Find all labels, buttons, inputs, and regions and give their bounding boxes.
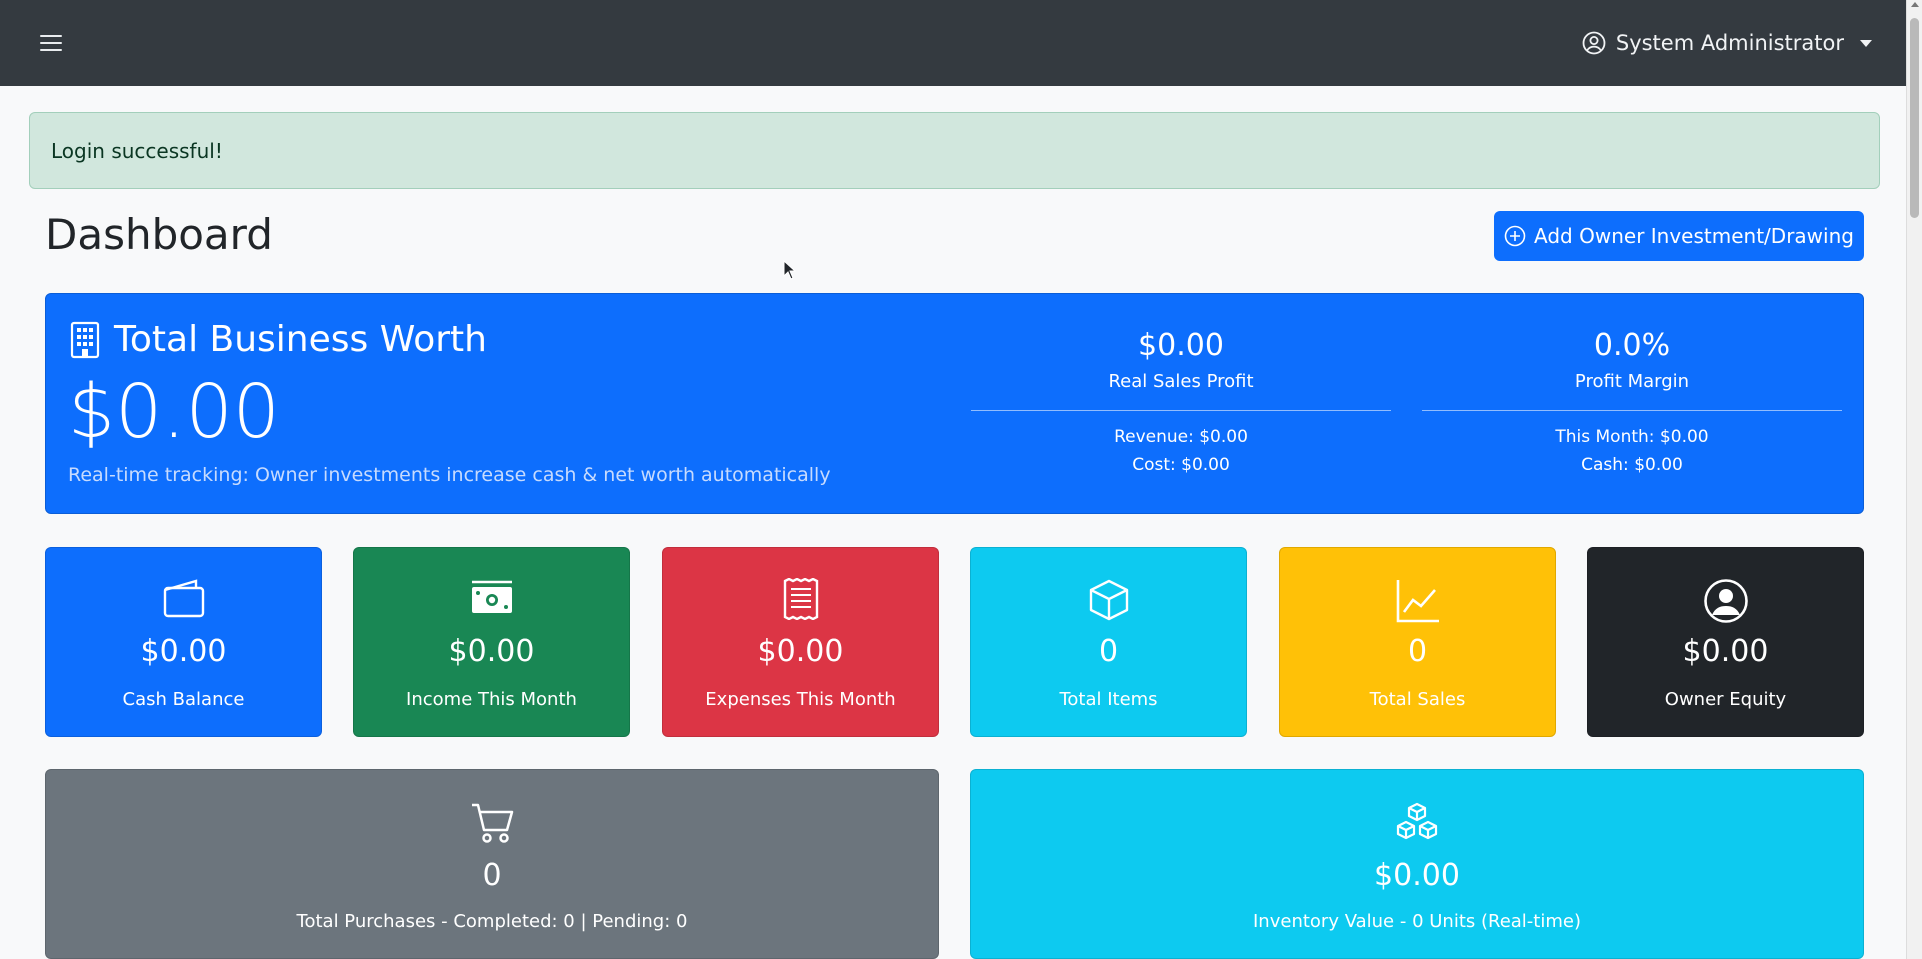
total-items-card[interactable]: 0 Total Items xyxy=(970,547,1247,737)
total-sales-value: 0 xyxy=(1407,634,1428,669)
receipt-icon xyxy=(783,578,818,620)
box-icon xyxy=(1089,579,1128,621)
total-purchases-value: 0 xyxy=(482,858,502,893)
worth-title: Total Business Worth xyxy=(70,319,487,360)
mouse-cursor-icon xyxy=(783,260,797,280)
divider xyxy=(1422,410,1842,411)
total-purchases-label: Total Purchases - Completed: 0 | Pending… xyxy=(296,911,688,932)
inventory-value-card[interactable]: $0.00 Inventory Value - 0 Units (Real-ti… xyxy=(970,769,1864,959)
total-items-label: Total Items xyxy=(1059,689,1158,710)
total-sales-card[interactable]: 0 Total Sales xyxy=(1279,547,1556,737)
total-purchases-card[interactable]: 0 Total Purchases - Completed: 0 | Pendi… xyxy=(45,769,939,959)
worth-title-text: Total Business Worth xyxy=(114,319,487,360)
alert-message: Login successful! xyxy=(51,138,223,163)
scroll-up-arrow-icon[interactable] xyxy=(1911,2,1919,7)
expenses-this-month-value: $0.00 xyxy=(757,634,844,669)
cost-text: Cost: $0.00 xyxy=(1132,455,1230,475)
income-this-month-label: Income This Month xyxy=(406,689,577,710)
revenue-text: Revenue: $0.00 xyxy=(1114,427,1248,447)
success-alert: Login successful! xyxy=(29,112,1880,189)
cart-icon xyxy=(472,803,514,843)
plus-circle-icon xyxy=(1504,225,1526,247)
profit-margin-label: Profit Margin xyxy=(1574,371,1690,392)
profit-margin-value: 0.0% xyxy=(1593,328,1671,363)
wallet-icon xyxy=(163,579,204,618)
inventory-value-label: Inventory Value - 0 Units (Real-time) xyxy=(1253,911,1581,932)
page-title: Dashboard xyxy=(45,210,273,259)
real-sales-profit-column: $0.00 Real Sales Profit Revenue: $0.00 C… xyxy=(971,328,1391,479)
add-owner-investment-label: Add Owner Investment/Drawing xyxy=(1534,224,1854,248)
person-circle-icon xyxy=(1703,579,1748,623)
cash-balance-card[interactable]: $0.00 Cash Balance xyxy=(45,547,322,737)
real-sales-profit-label: Real Sales Profit xyxy=(1108,371,1254,392)
user-menu-dropdown[interactable]: System Administrator xyxy=(1582,31,1872,55)
profit-margin-column: 0.0% Profit Margin This Month: $0.00 Cas… xyxy=(1422,328,1842,479)
owner-equity-label: Owner Equity xyxy=(1664,689,1787,710)
total-items-value: 0 xyxy=(1098,634,1119,669)
cash-icon xyxy=(471,580,512,613)
add-owner-investment-button[interactable]: Add Owner Investment/Drawing xyxy=(1494,211,1864,261)
owner-equity-card[interactable]: $0.00 Owner Equity xyxy=(1587,547,1864,737)
real-sales-profit-value: $0.00 xyxy=(1138,328,1224,363)
cash-text: Cash: $0.00 xyxy=(1581,455,1683,475)
owner-equity-value: $0.00 xyxy=(1682,634,1769,669)
boxes-icon xyxy=(1396,802,1438,840)
hamburger-icon[interactable] xyxy=(38,32,64,54)
building-icon xyxy=(70,321,100,358)
scrollbar-thumb[interactable] xyxy=(1910,18,1919,218)
total-business-worth-panel: Total Business Worth $0.00 Real-time tra… xyxy=(45,293,1864,514)
expenses-this-month-label: Expenses This Month xyxy=(705,689,896,710)
graph-up-icon xyxy=(1396,580,1439,623)
this-month-text: This Month: $0.00 xyxy=(1555,427,1709,447)
divider xyxy=(971,410,1391,411)
total-sales-label: Total Sales xyxy=(1369,689,1466,710)
cash-balance-label: Cash Balance xyxy=(122,689,245,710)
inventory-value-value: $0.00 xyxy=(1374,858,1460,893)
cash-balance-value: $0.00 xyxy=(140,634,227,669)
worth-note: Real-time tracking: Owner investments in… xyxy=(68,464,831,486)
person-circle-icon xyxy=(1582,31,1606,55)
total-worth-value: $0.00 xyxy=(68,369,280,455)
income-this-month-value: $0.00 xyxy=(448,634,535,669)
chevron-down-icon xyxy=(1860,39,1872,47)
page-scrollbar[interactable] xyxy=(1906,0,1922,959)
income-this-month-card[interactable]: $0.00 Income This Month xyxy=(353,547,630,737)
user-name: System Administrator xyxy=(1615,31,1844,55)
expenses-this-month-card[interactable]: $0.00 Expenses This Month xyxy=(662,547,939,737)
top-navbar: System Administrator xyxy=(0,0,1906,86)
